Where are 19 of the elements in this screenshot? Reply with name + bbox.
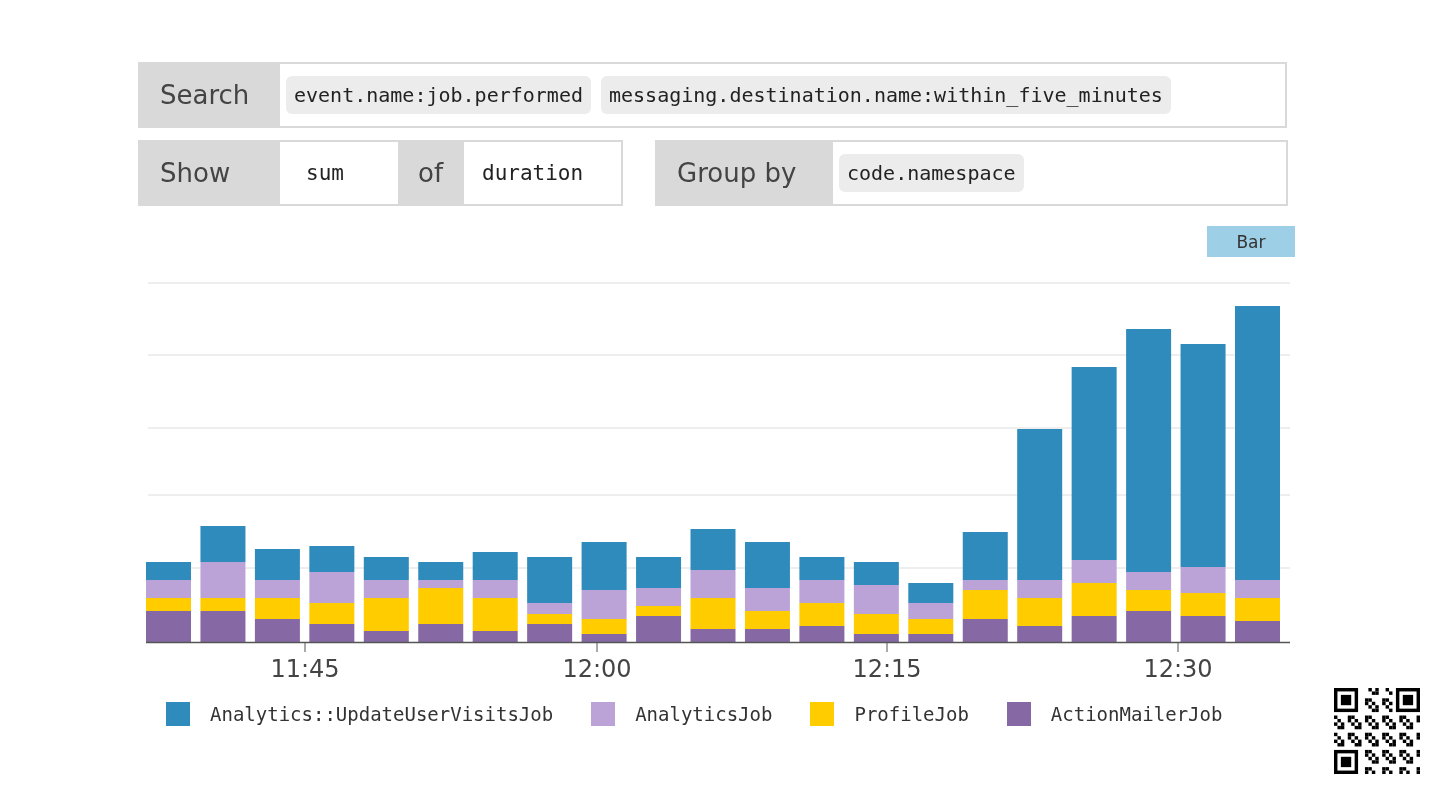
metric-field[interactable]: duration	[464, 142, 602, 204]
search-label: Search	[140, 64, 280, 126]
stacked-bar	[908, 583, 954, 642]
show-label: Show	[140, 142, 280, 204]
legend-label: ActionMailerJob	[1050, 703, 1223, 725]
axis-tick-label: 12:00	[562, 655, 632, 683]
axis-tick-label: 12:15	[852, 655, 922, 683]
filter-chip[interactable]: event.name:job.performed	[286, 76, 591, 114]
legend-label: ProfileJob	[854, 703, 969, 725]
group-by-label: Group by	[657, 142, 833, 204]
aggregate-field[interactable]: sum	[280, 142, 398, 204]
group-chip[interactable]: code.namespace	[839, 154, 1024, 192]
of-label: of	[398, 142, 464, 204]
axis-tick-label: 11:45	[270, 655, 340, 683]
legend-label: Analytics::UpdateUserVisitsJob	[210, 703, 554, 725]
axis-tick-label: 12:30	[1143, 655, 1213, 683]
legend-label: AnalyticsJob	[635, 703, 773, 725]
filter-chip[interactable]: messaging.destination.name:within_five_minutes	[601, 76, 1171, 114]
chart-type-button[interactable]: Bar	[1207, 226, 1295, 257]
